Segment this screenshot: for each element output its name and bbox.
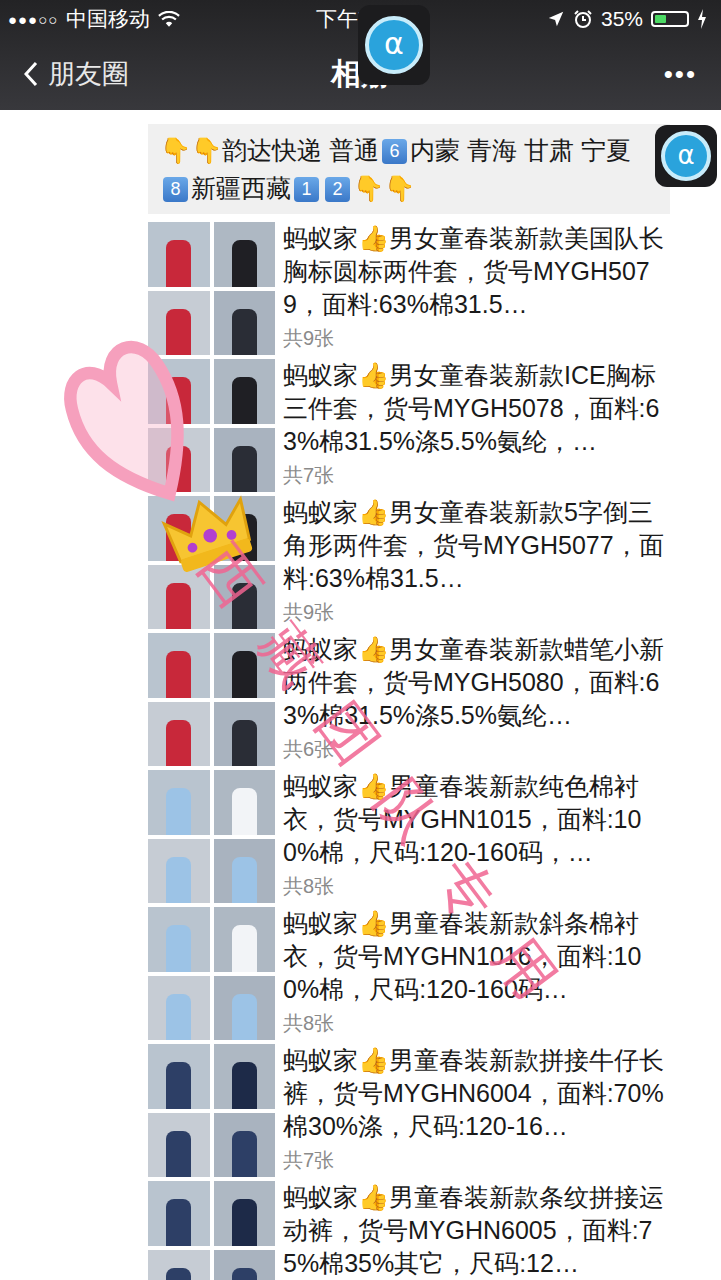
photo-thumbnail: [214, 291, 276, 356]
photo-thumbnail: [148, 222, 210, 287]
photo-thumbnail: [148, 770, 210, 835]
photo-thumbnail: [148, 565, 210, 630]
album-post[interactable]: 蚂蚁家👍男女童春装新款5字倒三角形两件套，货号MYGH5077，面料:63%棉3…: [148, 496, 721, 629]
post-text: 蚂蚁家👍男女童春装新款蜡笔小新两件套，货号MYGH5080，面料:63%棉31.…: [283, 633, 669, 732]
photo-thumbnail: [148, 633, 210, 698]
photo-count: 共8张: [283, 873, 669, 900]
post-text: 蚂蚁家👍男女童春装新款美国队长胸标圆标两件套，货号MYGH5079，面料:63%…: [283, 222, 669, 321]
keycap: 8: [163, 177, 188, 202]
banner-text: 👇👇韵达快递 普通: [160, 136, 379, 164]
album-post[interactable]: 蚂蚁家👍男女童春装新款美国队长胸标圆标两件套，货号MYGH5079，面料:63%…: [148, 222, 721, 355]
keycap: 1: [294, 177, 319, 202]
post-text: 蚂蚁家👍男女童春装新款ICE胸标三件套，货号MYGH5078，面料:63%棉31…: [283, 359, 669, 458]
charging-icon: [697, 9, 707, 29]
back-chevron-icon: [24, 61, 38, 87]
heart-sticker-icon: [31, 307, 231, 533]
thumbnail-grid: [148, 222, 275, 355]
album-post[interactable]: 蚂蚁家👍男童春装新款条纹拼接运动裤，货号MYGHN6005，面料:75%棉35%…: [148, 1181, 721, 1280]
thumbnail-grid: [148, 1181, 275, 1280]
photo-count: 共9张: [283, 325, 669, 352]
photo-thumbnail: [214, 1250, 276, 1280]
photo-thumbnail: [148, 702, 210, 767]
thumbnail-grid: [148, 770, 275, 903]
photo-count: 共8张: [283, 1010, 669, 1037]
photo-count: 共9张: [283, 599, 669, 626]
watermark-text: 西藏团队专用: [181, 531, 597, 1048]
album-post[interactable]: 蚂蚁家👍男童春装新款拼接牛仔长裤，货号MYGHN6004，面料:70%棉30%涤…: [148, 1044, 721, 1177]
photo-thumbnail: [214, 907, 276, 972]
thumbnail-grid: [148, 496, 275, 629]
floating-app-button[interactable]: α: [358, 5, 430, 85]
photo-thumbnail: [148, 907, 210, 972]
photo-thumbnail: [214, 1044, 276, 1109]
photo-thumbnail: [214, 702, 276, 767]
back-button[interactable]: 朋友圈: [24, 56, 129, 92]
shipping-banner[interactable]: 👇👇韵达快递 普通6内蒙 青海 甘肃 宁夏 8新疆西藏12👇👇: [148, 124, 670, 214]
photo-thumbnail: [148, 839, 210, 904]
photo-thumbnail: [148, 359, 210, 424]
battery-percent: 35%: [601, 7, 643, 31]
alpha-app-icon: α: [661, 131, 711, 181]
photo-thumbnail: [214, 359, 276, 424]
signal-dots: ●●●○○: [8, 11, 58, 28]
photo-thumbnail: [214, 633, 276, 698]
banner-text: 👇👇: [353, 174, 415, 202]
thumbnail-grid: [148, 907, 275, 1040]
photo-thumbnail: [214, 976, 276, 1041]
album-content: 👇👇韵达快递 普通6内蒙 青海 甘肃 宁夏 8新疆西藏12👇👇 蚂蚁家👍男女童春装新…: [0, 110, 721, 1280]
banner-text: 内蒙 青海 甘肃 宁夏: [410, 136, 631, 164]
photo-thumbnail: [148, 1044, 210, 1109]
photo-thumbnail: [148, 1113, 210, 1178]
keycap: 6: [382, 139, 407, 164]
photo-thumbnail: [214, 1181, 276, 1246]
post-text: 蚂蚁家👍男童春装新款条纹拼接运动裤，货号MYGHN6005，面料:75%棉35%…: [283, 1181, 669, 1280]
photo-count: 共6张: [283, 736, 669, 763]
photo-thumbnail: [214, 770, 276, 835]
crown-sticker-icon: [155, 480, 263, 583]
album-post[interactable]: 蚂蚁家👍男女童春装新款ICE胸标三件套，货号MYGH5078，面料:63%棉31…: [148, 359, 721, 492]
album-post[interactable]: 蚂蚁家👍男童春装新款纯色棉衬衣，货号MYGHN1015，面料:100%棉，尺码:…: [148, 770, 721, 903]
post-text: 蚂蚁家👍男童春装新款拼接牛仔长裤，货号MYGHN6004，面料:70%棉30%涤…: [283, 1044, 669, 1143]
photo-thumbnail: [148, 428, 210, 493]
photo-thumbnail: [214, 222, 276, 287]
post-text: 蚂蚁家👍男女童春装新款5字倒三角形两件套，货号MYGH5077，面料:63%棉3…: [283, 496, 669, 595]
alpha-app-icon: α: [365, 16, 423, 74]
album-screen: ●●●○○中国移动下午7:3535%朋友圈相册•••👇👇韵达快递 普通6内蒙 青…: [0, 0, 721, 1280]
thumbnail-grid: [148, 633, 275, 766]
photo-thumbnail: [214, 428, 276, 493]
photo-thumbnail: [148, 291, 210, 356]
photo-thumbnail: [148, 1250, 210, 1280]
photo-thumbnail: [214, 496, 276, 561]
photo-count: 共7张: [283, 462, 669, 489]
floating-app-button[interactable]: α: [655, 125, 717, 187]
photo-thumbnail: [148, 976, 210, 1041]
wifi-icon: [158, 11, 180, 28]
more-button[interactable]: •••: [664, 59, 697, 90]
photo-thumbnail: [214, 1113, 276, 1178]
post-text: 蚂蚁家👍男童春装新款斜条棉衬衣，货号MYGHN1016，面料:100%棉，尺码:…: [283, 907, 669, 1006]
photo-count: 共7张: [283, 1147, 669, 1174]
keycap: 2: [325, 177, 350, 202]
thumbnail-grid: [148, 1044, 275, 1177]
battery-icon: [651, 11, 689, 27]
location-icon: [547, 10, 565, 28]
photo-thumbnail: [148, 1181, 210, 1246]
alarm-icon: [573, 9, 593, 29]
photo-thumbnail: [214, 839, 276, 904]
album-post[interactable]: 蚂蚁家👍男女童春装新款蜡笔小新两件套，货号MYGH5080，面料:63%棉31.…: [148, 633, 721, 766]
photo-thumbnail: [148, 496, 210, 561]
album-post[interactable]: 蚂蚁家👍男童春装新款斜条棉衬衣，货号MYGHN1016，面料:100%棉，尺码:…: [148, 907, 721, 1040]
carrier: 中国移动: [66, 5, 150, 33]
post-text: 蚂蚁家👍男童春装新款纯色棉衬衣，货号MYGHN1015，面料:100%棉，尺码:…: [283, 770, 669, 869]
banner-text: 新疆西藏: [191, 174, 291, 202]
photo-thumbnail: [214, 565, 276, 630]
thumbnail-grid: [148, 359, 275, 492]
